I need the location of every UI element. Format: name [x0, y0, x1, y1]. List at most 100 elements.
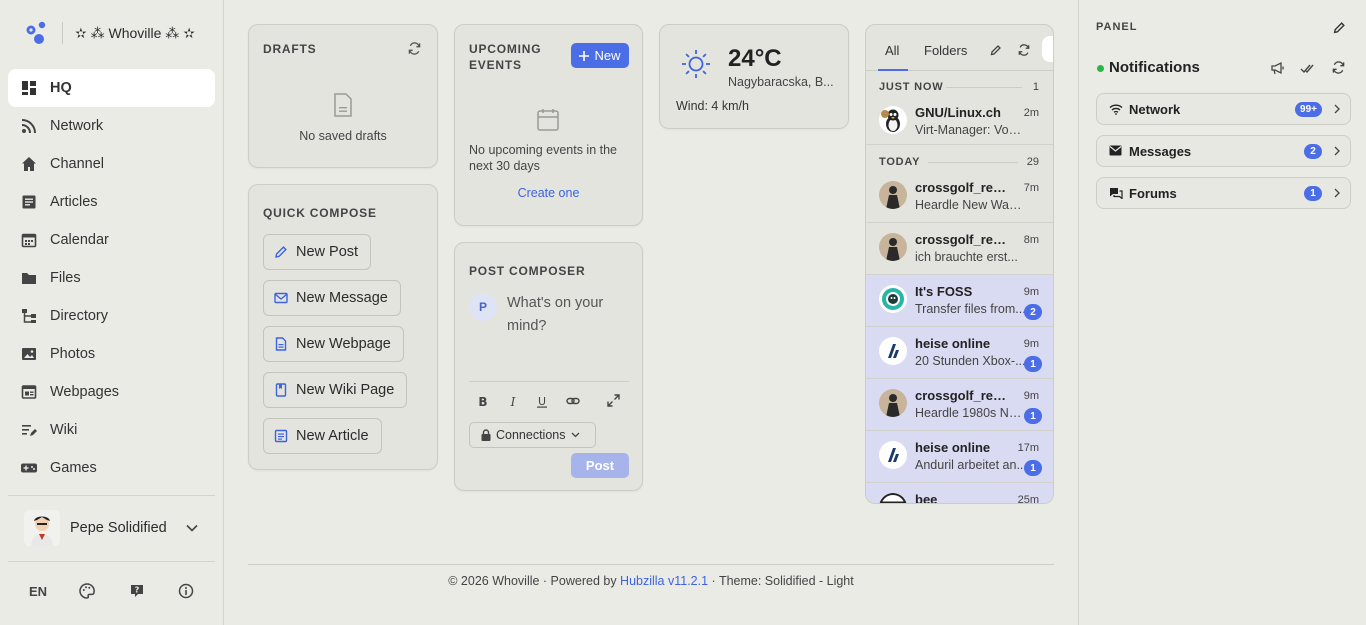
composer-title: POST COMPOSER: [469, 264, 586, 278]
feed-item[interactable]: crossgolf_reb... 7m Heardle New Wave...: [866, 171, 1053, 223]
avatar: [879, 106, 907, 134]
nav-item-wiki[interactable]: Wiki: [8, 411, 215, 449]
search-icon[interactable]: [1042, 36, 1053, 62]
nav-item-hq[interactable]: HQ: [8, 69, 215, 107]
feed-item[interactable]: crossgolf_reb... 8m ich brauchte erst...: [866, 223, 1053, 275]
new-message-button[interactable]: New Message: [263, 280, 401, 316]
refresh-icon[interactable]: [1018, 44, 1030, 56]
home-icon: [20, 155, 38, 173]
chevron-right-icon: [1334, 104, 1340, 114]
avatar: [879, 233, 907, 261]
button-label: New Message: [296, 290, 388, 306]
chevron-down-icon: [571, 432, 580, 438]
refresh-icon[interactable]: [1332, 61, 1345, 74]
chevron-right-icon: [1334, 188, 1340, 198]
pencil-icon: [274, 245, 288, 259]
nav-item-files[interactable]: Files: [8, 259, 215, 297]
unread-badge: 1: [1024, 356, 1042, 372]
notification-category-messages[interactable]: Messages 2: [1096, 135, 1351, 167]
avatar: [879, 337, 907, 365]
pencil-icon[interactable]: [990, 44, 1002, 56]
nav-item-games[interactable]: Games: [8, 449, 215, 487]
nav-label: HQ: [50, 80, 72, 96]
envelope-icon: [1109, 145, 1122, 156]
site-name: ✫ ⁂ Whoville ⁂ ✫: [75, 24, 195, 41]
wiki-icon: [20, 421, 38, 439]
sidebar-footer: EN ?: [20, 583, 204, 599]
count-badge: 99+: [1295, 102, 1322, 117]
drafts-card: DRAFTS No saved drafts: [248, 24, 438, 168]
calendar-icon: [537, 108, 559, 132]
feed-item[interactable]: GNU/Linux.ch 2m Virt-Manager: Vom...: [866, 96, 1053, 145]
link-icon[interactable]: [566, 394, 580, 408]
notification-feed: All Folders JUST NOW 1 GNU/Linux.ch 2m V…: [865, 24, 1054, 504]
sidebar-divider: [8, 495, 215, 496]
new-post-button[interactable]: New Post: [263, 234, 372, 270]
tab-folders[interactable]: Folders: [924, 43, 967, 58]
palette-icon[interactable]: [69, 583, 105, 599]
right-panel: PANEL Notifications Network 99+ Messages…: [1078, 0, 1366, 625]
mail-icon: [274, 291, 288, 305]
file-icon: [274, 337, 288, 351]
feed-item[interactable]: heise online 17m Anduril arbeitet an... …: [866, 431, 1053, 483]
composer-input[interactable]: What's on your mind?: [507, 292, 627, 338]
count-badge: 1: [1304, 186, 1322, 201]
language-button[interactable]: EN: [20, 584, 56, 599]
post-button[interactable]: Post: [571, 453, 629, 478]
refresh-icon[interactable]: [408, 42, 421, 55]
nav-item-photos[interactable]: Photos: [8, 335, 215, 373]
nav-item-network[interactable]: Network: [8, 107, 215, 145]
feed-item[interactable]: It's FOSS 9m Transfer files from... 2: [866, 275, 1053, 327]
feed-item[interactable]: bee 25m: [866, 483, 1053, 503]
avatar: [879, 389, 907, 417]
avatar: [879, 285, 907, 313]
book-icon: [274, 383, 288, 397]
expand-icon[interactable]: [607, 394, 620, 407]
lock-icon: [481, 429, 491, 441]
active-tab-indicator: [878, 69, 908, 71]
wind-speed: Wind: 4 km/h: [676, 99, 749, 113]
article-icon: [274, 429, 288, 443]
upcoming-events-card: UPCOMING EVENTS New No upcoming events i…: [454, 24, 643, 226]
hubzilla-link[interactable]: Hubzilla v11.2.1: [620, 574, 708, 588]
pencil-icon[interactable]: [1333, 21, 1346, 34]
nav-item-calendar[interactable]: Calendar: [8, 221, 215, 259]
help-icon[interactable]: ?: [119, 583, 155, 599]
brand-separator: [62, 22, 63, 44]
wifi-icon: [1109, 103, 1123, 115]
article-icon: [20, 193, 38, 211]
events-title: UPCOMING EVENTS: [469, 42, 542, 72]
left-sidebar: ✫ ⁂ Whoville ⁂ ✫ HQ Network Channel Arti…: [0, 0, 224, 625]
megaphone-icon[interactable]: [1270, 61, 1285, 75]
nav-label: Files: [50, 270, 81, 286]
permission-selector[interactable]: Connections: [469, 422, 596, 448]
nav-item-webpages[interactable]: Webpages: [8, 373, 215, 411]
check-all-icon[interactable]: [1300, 61, 1316, 75]
info-icon[interactable]: [168, 583, 204, 599]
nav-item-articles[interactable]: Articles: [8, 183, 215, 221]
new-article-button[interactable]: New Article: [263, 418, 382, 454]
feed-item[interactable]: heise online 9m 20 Stunden Xbox-... 1: [866, 327, 1053, 379]
nav-item-channel[interactable]: Channel: [8, 145, 215, 183]
chat-icon: [1109, 187, 1123, 199]
new-wiki-page-button[interactable]: New Wiki Page: [263, 372, 408, 408]
new-event-button[interactable]: New: [571, 43, 629, 68]
bold-icon[interactable]: B: [477, 394, 489, 408]
unread-badge: 2: [1024, 304, 1042, 320]
tab-all[interactable]: All: [885, 43, 899, 58]
nav-label: Calendar: [50, 232, 109, 248]
feed-item[interactable]: crossgolf_reb... 9m Heardle 1980s No. 1 …: [866, 379, 1053, 431]
brand[interactable]: ✫ ⁂ Whoville ⁂ ✫: [24, 18, 195, 48]
footer-divider: [248, 564, 1054, 565]
post-composer-card: POST COMPOSER P What's on your mind? B I…: [454, 242, 643, 491]
nav-item-directory[interactable]: Directory: [8, 297, 215, 335]
new-webpage-button[interactable]: New Webpage: [263, 326, 404, 362]
notification-category-forums[interactable]: Forums 1: [1096, 177, 1351, 209]
notification-category-network[interactable]: Network 99+: [1096, 93, 1351, 125]
create-event-link[interactable]: Create one: [455, 186, 642, 200]
underline-icon[interactable]: U: [536, 394, 548, 408]
italic-icon[interactable]: I: [507, 394, 519, 408]
hubzilla-logo-icon: [24, 20, 50, 46]
user-menu[interactable]: Pepe Solidified: [24, 510, 204, 546]
svg-text:U: U: [538, 395, 546, 408]
